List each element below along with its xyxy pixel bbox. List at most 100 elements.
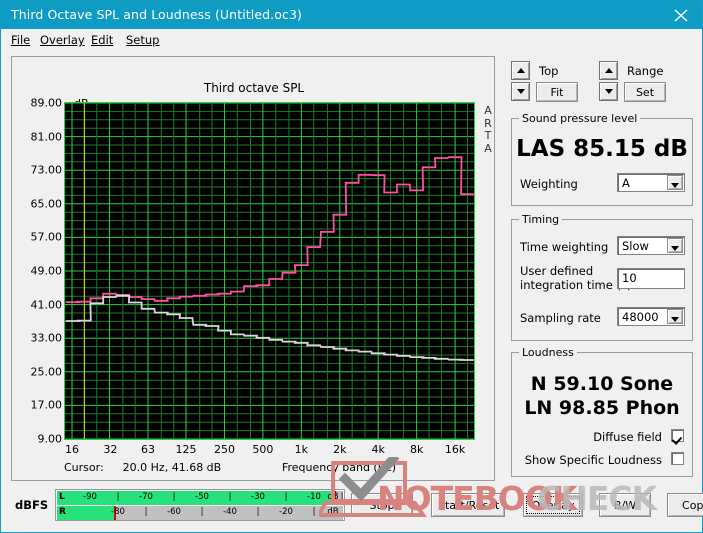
weighting-label: Weighting	[520, 177, 578, 191]
level-meter: L -90 | -70 | -50 | -30 | -10 | dB R -80 | -60 | -40 | -20…	[55, 489, 345, 521]
action-button-bar: Stop Start/Reset Overlay B/W Copy	[351, 493, 703, 517]
meter-tick-mark: |	[144, 507, 148, 517]
loudness-group: Loudness N 59.10 Sone LN 98.85 Phon Diff…	[511, 346, 693, 477]
meter-tick-mark: |	[284, 492, 288, 502]
arta-char-a: A	[484, 104, 492, 117]
meter-tick-mark: |	[228, 492, 232, 502]
chevron-down-icon[interactable]	[667, 309, 683, 324]
range-spinner-up-icon[interactable]	[599, 61, 618, 80]
menu-item-edit[interactable]: Edit	[91, 33, 113, 47]
integration-time-value: 10	[622, 271, 637, 285]
y-tick-label: 65.00	[30, 197, 63, 211]
weighting-select[interactable]: A	[617, 173, 685, 192]
specific-loudness-label: Show Specific Loudness	[524, 453, 662, 467]
range-spinner-down-icon[interactable]	[599, 82, 618, 101]
arta-char-a2: A	[484, 141, 492, 155]
close-glyph	[674, 9, 688, 22]
meter-tick-label: -60	[167, 507, 181, 517]
top-spinner-up-icon[interactable]	[511, 61, 530, 80]
y-axis: 89.00 81.00 73.00 65.00 57.00 49.00 41.00 33.00…	[12, 97, 63, 446]
integration-label-line1: User defined	[520, 264, 594, 278]
chevron-down-icon[interactable]	[667, 175, 683, 190]
loudness-phon-value: LN 98.85 Phon	[524, 397, 680, 419]
x-tick-label: 63	[141, 443, 156, 456]
y-tick-label: 89.00	[30, 96, 63, 110]
y-tick-label: 49.00	[30, 264, 63, 278]
chevron-down-icon[interactable]	[667, 238, 683, 253]
loudness-group-legend: Loudness	[519, 346, 577, 359]
series-spl-overlay	[65, 294, 474, 361]
meter-tick-label: -90	[83, 492, 97, 502]
meter-channel-label: R	[59, 507, 66, 517]
arta-watermark-label: A R T A	[480, 104, 496, 155]
y-tick-label: 57.00	[30, 230, 63, 244]
meter-channel-label: L	[59, 492, 65, 502]
sampling-rate-select[interactable]: 48000	[617, 307, 685, 326]
y-tick-label: 9.00	[37, 432, 63, 446]
menu-bar: File Overlay Edit Setup	[1, 29, 702, 51]
level-meter-right: R -80 | -60 | -40 | -20 | dB	[57, 506, 343, 520]
chart-title: Third octave SPL	[203, 81, 305, 95]
menu-item-overlay[interactable]: Overlay	[40, 33, 85, 47]
start-reset-button[interactable]: Start/Reset	[431, 493, 505, 517]
bw-button[interactable]: B/W	[599, 493, 651, 517]
y-tick-label: 41.00	[30, 298, 63, 312]
set-button[interactable]: Set	[624, 82, 666, 102]
application-window: Third Octave SPL and Loudness (Untitled.…	[0, 0, 703, 533]
chart-panel: Third octave SPL dB A R T A 89.0081.0073…	[11, 56, 495, 481]
x-tick-label: 4k	[371, 443, 385, 456]
weighting-value: A	[622, 176, 630, 190]
stop-button[interactable]: Stop	[351, 493, 413, 517]
close-icon[interactable]	[660, 1, 702, 29]
diffuse-field-checkbox[interactable]	[671, 429, 684, 442]
meter-tick-mark: |	[340, 492, 344, 502]
meter-tick-label: -70	[139, 492, 153, 502]
level-meter-left: L -90 | -70 | -50 | -30 | -10 | dB	[57, 491, 343, 505]
sound-pressure-level-group: Sound pressure level LAS 85.15 dB Weight…	[511, 112, 693, 206]
menu-item-setup[interactable]: Setup	[126, 33, 159, 47]
x-tick-label: 125	[175, 443, 197, 456]
dbfs-label: dBFS	[15, 498, 49, 512]
meter-unit-label: dB	[327, 492, 339, 502]
top-spinner[interactable]	[511, 61, 530, 101]
integration-time-input[interactable]: 10	[617, 268, 685, 289]
menu-item-file[interactable]: File	[11, 33, 30, 47]
meter-tick-label: -10	[307, 492, 321, 502]
sampling-rate-label: Sampling rate	[520, 311, 601, 325]
x-tick-label: 1k	[294, 443, 309, 456]
meter-tick-label: -50	[195, 492, 209, 502]
y-tick-label: 73.00	[30, 163, 63, 177]
x-tick-label: 16k	[444, 443, 466, 456]
sampling-rate-value: 48000	[622, 310, 659, 324]
spl-group-legend: Sound pressure level	[519, 112, 641, 125]
top-spinner-down-icon[interactable]	[511, 82, 530, 101]
meter-tick-mark: |	[256, 507, 260, 517]
y-tick-label: 25.00	[30, 365, 63, 379]
spl-value: LAS 85.15 dB	[516, 136, 688, 162]
x-tick-label: 250	[213, 443, 235, 456]
loudness-sone-value: N 59.10 Sone	[530, 373, 674, 395]
chart-svg	[65, 103, 474, 439]
meter-tick-mark: |	[312, 507, 316, 517]
overlay-button[interactable]: Overlay	[523, 493, 583, 517]
specific-loudness-checkbox[interactable]	[671, 452, 684, 465]
meter-tick-label: -20	[279, 507, 293, 517]
meter-tick-label: -40	[223, 507, 237, 517]
y-tick-label: 17.00	[30, 398, 63, 412]
y-tick-label: 81.00	[30, 130, 63, 144]
meter-unit-label: dB	[327, 507, 339, 517]
time-weighting-value: Slow	[622, 239, 649, 253]
timing-group-legend: Timing	[519, 213, 563, 226]
fit-button[interactable]: Fit	[536, 82, 578, 102]
plot-area[interactable]	[64, 102, 475, 440]
meter-tick-label: -30	[251, 492, 265, 502]
range-label: Range	[627, 64, 664, 78]
meter-tick-mark: |	[116, 492, 120, 502]
range-spinner[interactable]	[599, 61, 618, 101]
time-weighting-select[interactable]: Slow	[617, 236, 685, 255]
x-tick-label: 32	[103, 443, 118, 456]
copy-button[interactable]: Copy	[667, 493, 703, 517]
time-weighting-label: Time weighting	[520, 240, 609, 254]
meter-tick-label: -80	[111, 507, 125, 517]
x-axis-label: Frequency band (Hz)	[281, 461, 397, 474]
